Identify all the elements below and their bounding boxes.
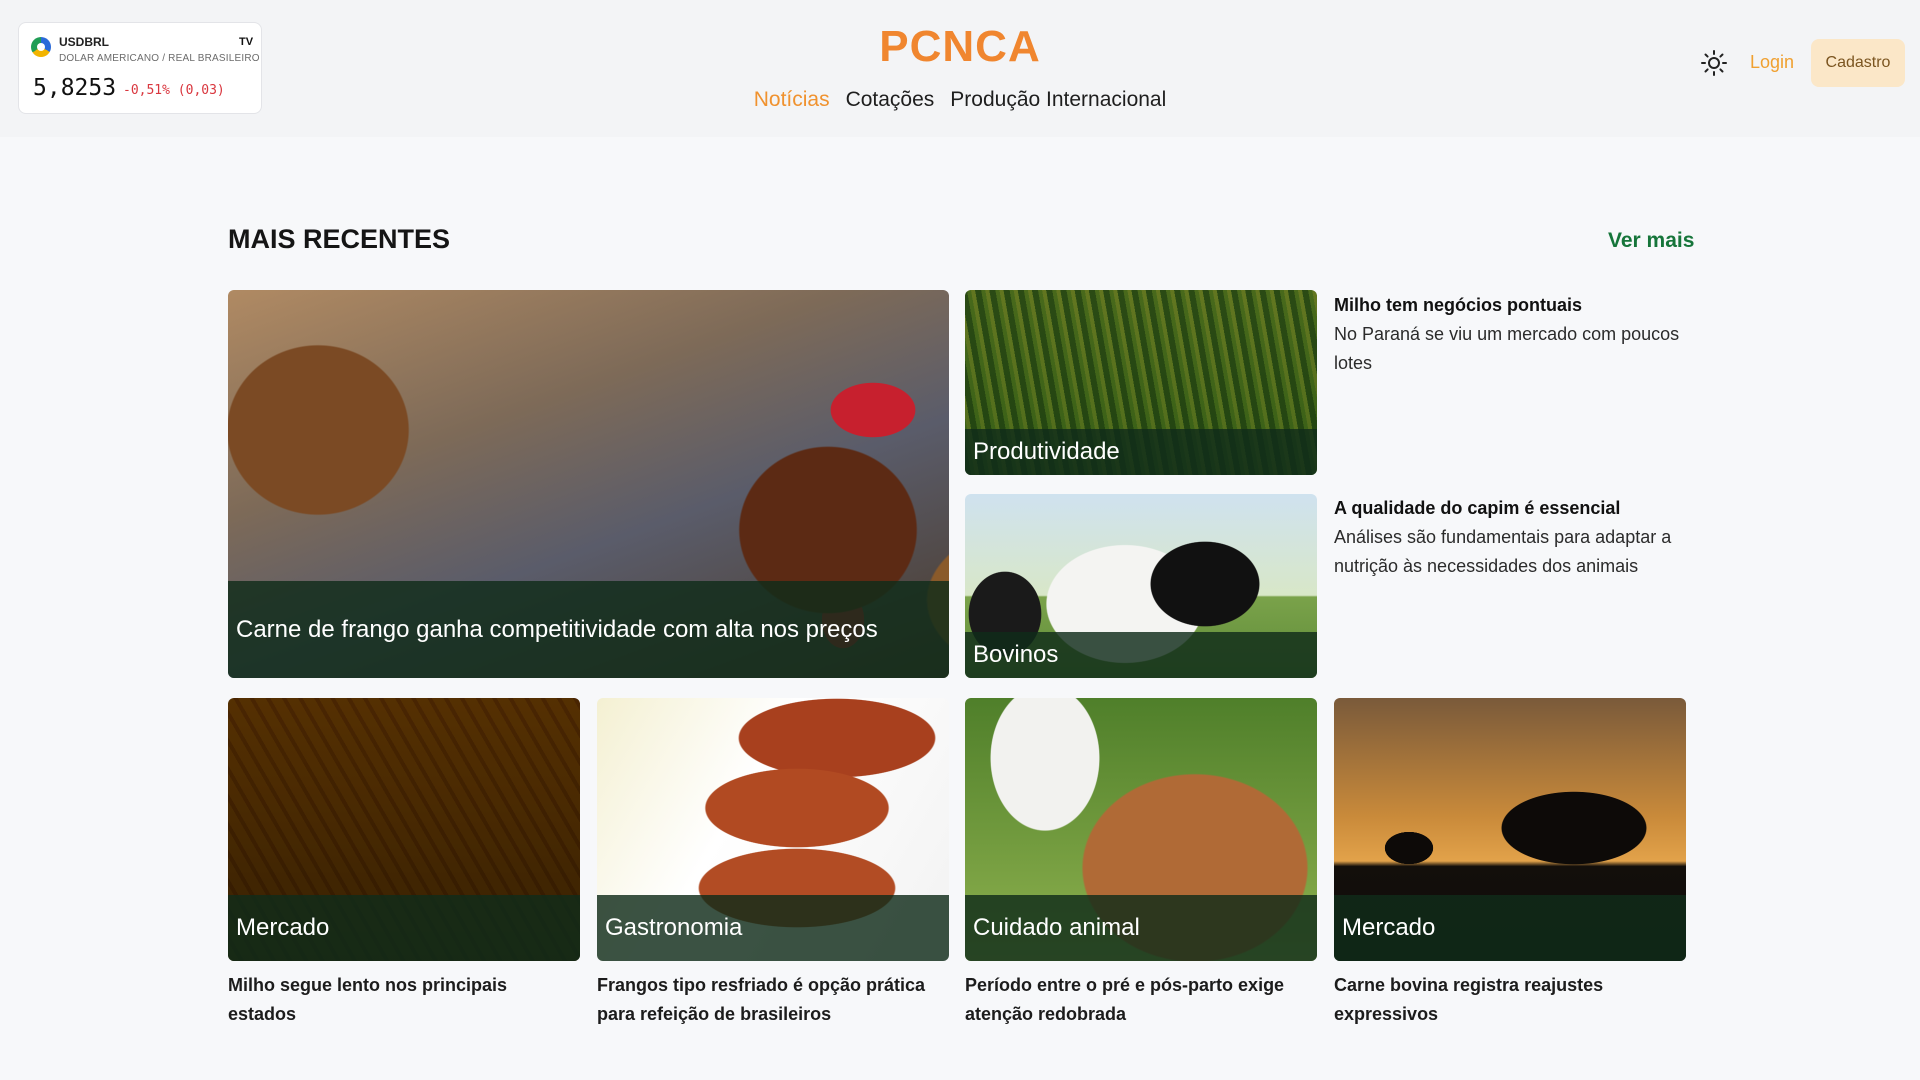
featured-news-card[interactable]: Carne de frango ganha competitividade co… [228, 290, 949, 678]
news-card-bovinos[interactable]: Bovinos [965, 494, 1317, 678]
nav-noticias[interactable]: Notícias [754, 86, 830, 114]
card-tag: Gastronomia [597, 895, 949, 961]
news-card-produtividade[interactable]: Produtividade [965, 290, 1317, 475]
site-header: USDBRL DOLAR AMERICANO / REAL BRASILEIRO… [0, 0, 1920, 137]
ver-mais-link[interactable]: Ver mais [1608, 229, 1694, 253]
side-news-text-1[interactable]: Milho tem negócios pontuais No Paraná se… [1334, 291, 1694, 378]
side-news-title: Milho tem negócios pontuais [1334, 295, 1583, 315]
news-card-mercado-bovinos[interactable]: Mercado [1334, 698, 1686, 961]
news-caption[interactable]: Carne bovina registra reajustes expressi… [1334, 971, 1686, 1029]
card-tag-text: Produtividade [973, 438, 1120, 465]
section-title: MAIS RECENTES [228, 224, 451, 254]
login-link[interactable]: Login [1750, 52, 1794, 73]
card-tag-text: Bovinos [973, 641, 1059, 668]
nav-producao-internacional[interactable]: Produção Internacional [950, 86, 1166, 114]
news-caption[interactable]: Frangos tipo resfriado é opção prática p… [597, 971, 949, 1029]
card-tag: Mercado [228, 895, 580, 961]
side-news-text-2[interactable]: A qualidade do capim é essencial Análise… [1334, 494, 1694, 581]
card-tag: Cuidado animal [965, 895, 1317, 961]
card-tag: Produtividade [965, 429, 1317, 475]
cadastro-button[interactable]: Cadastro [1811, 39, 1905, 87]
news-caption[interactable]: Período entre o pré e pós-parto exige at… [965, 971, 1317, 1029]
news-card-gastronomia[interactable]: Gastronomia [597, 698, 949, 961]
card-tag-text: Cuidado animal [973, 914, 1140, 941]
card-tag-text: Mercado [236, 914, 330, 941]
news-caption[interactable]: Milho segue lento nos principais estados [228, 971, 580, 1029]
featured-headline-text: Carne de frango ganha competitividade co… [236, 615, 878, 643]
card-tag: Bovinos [965, 632, 1317, 678]
card-tag-text: Gastronomia [605, 914, 743, 941]
side-news-title: A qualidade do capim é essencial [1334, 498, 1621, 518]
side-news-desc: Análises são fundamentais para adaptar a… [1334, 527, 1672, 576]
nav-cotacoes[interactable]: Cotações [846, 86, 935, 114]
news-card-cuidado-animal[interactable]: Cuidado animal [965, 698, 1317, 961]
card-tag: Mercado [1334, 895, 1686, 961]
card-tag-text: Mercado [1342, 914, 1436, 941]
featured-headline: Carne de frango ganha competitividade co… [228, 581, 949, 678]
main-nav: Notícias Cotações Produção Internacional [0, 86, 1920, 114]
side-news-desc: No Paraná se viu um mercado com poucos l… [1334, 324, 1680, 373]
sun-icon[interactable] [1700, 49, 1728, 77]
news-card-mercado-milho[interactable]: Mercado [228, 698, 580, 961]
site-logo[interactable]: PCNCA [0, 22, 1920, 72]
